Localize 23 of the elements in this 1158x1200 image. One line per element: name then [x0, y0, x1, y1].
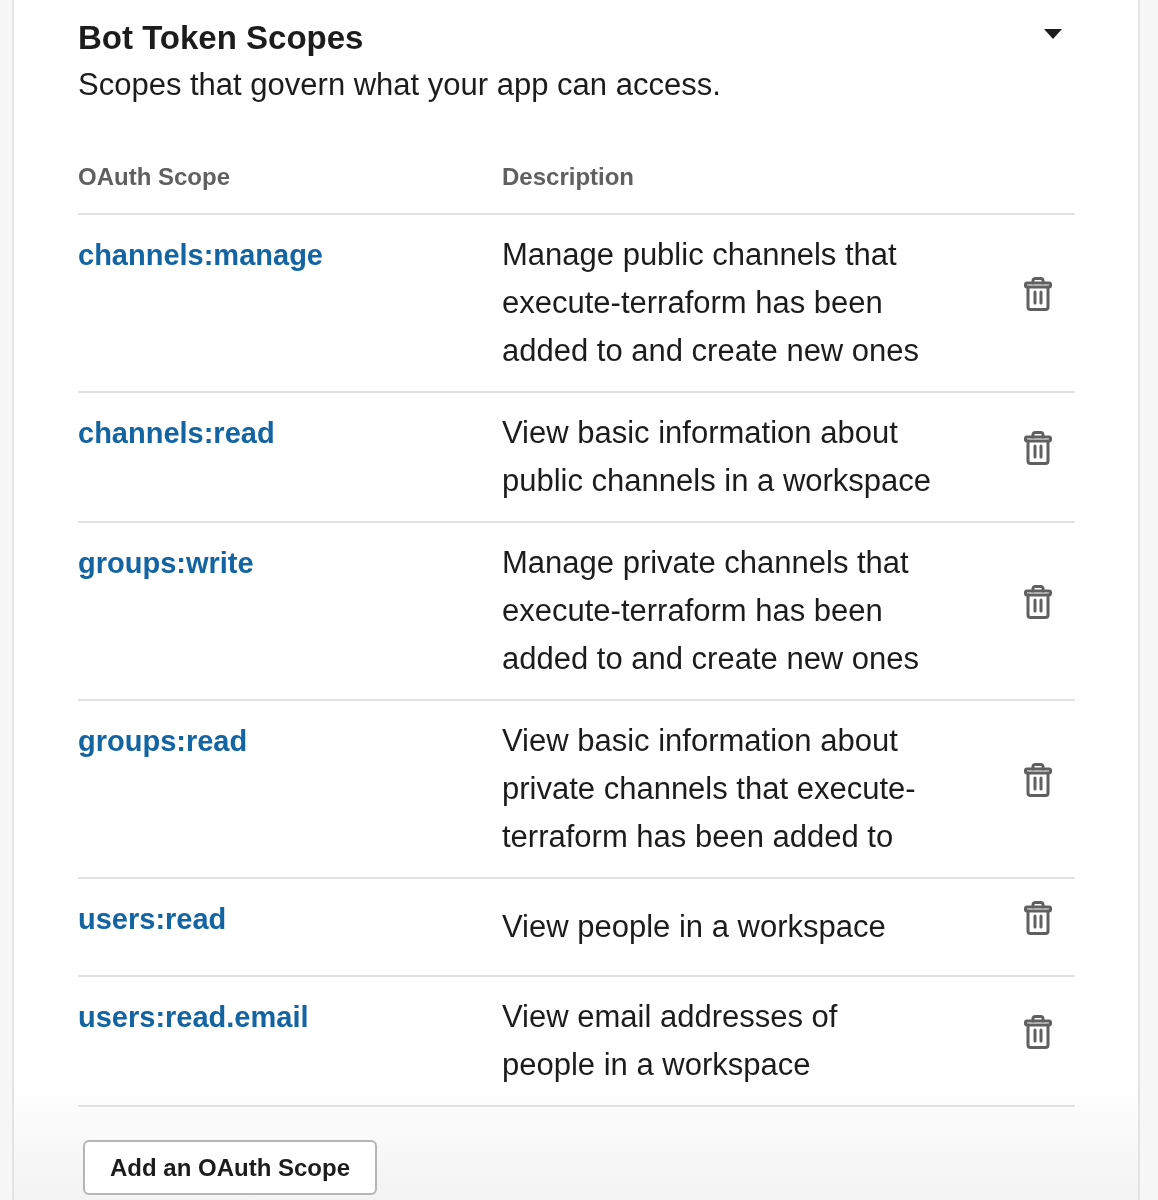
scope-link[interactable]: groups:write [78, 547, 254, 579]
trash-icon[interactable] [1023, 762, 1052, 797]
trash-icon[interactable] [1023, 584, 1052, 619]
scope-link[interactable]: groups:read [78, 725, 248, 757]
trash-icon[interactable] [1023, 900, 1052, 935]
column-header: OAuth Scope [78, 163, 230, 190]
section-subtitle: Scopes that govern what your app can access. [78, 66, 722, 104]
scope-description: View basic information about private channels that execute-terraform has been added to [502, 722, 917, 856]
scope-link[interactable]: channels:manage [78, 239, 323, 271]
scope-description: View basic information about public channels in a workspace [502, 414, 933, 500]
scope-description: View people in a workspace [502, 908, 887, 946]
scope-link[interactable]: channels:read [78, 417, 275, 449]
section-title: Bot Token Scopes [78, 18, 364, 58]
trash-icon[interactable] [1023, 1014, 1052, 1049]
add-scope-button[interactable]: Add an OAuth Scope [83, 1140, 377, 1195]
trash-icon[interactable] [1023, 430, 1052, 465]
scope-description: View email addresses of people in a workspace [502, 998, 839, 1084]
trash-icon[interactable] [1023, 276, 1052, 311]
scope-description: Manage private channels that execute-terraform has been added to and create new ones [502, 544, 921, 678]
column-header: Description [502, 163, 635, 190]
scope-description: Manage public channels that execute-terraform has been added to and create new ones [502, 236, 921, 370]
scope-link[interactable]: users:read.email [78, 1001, 309, 1033]
scope-link[interactable]: users:read [78, 903, 227, 935]
